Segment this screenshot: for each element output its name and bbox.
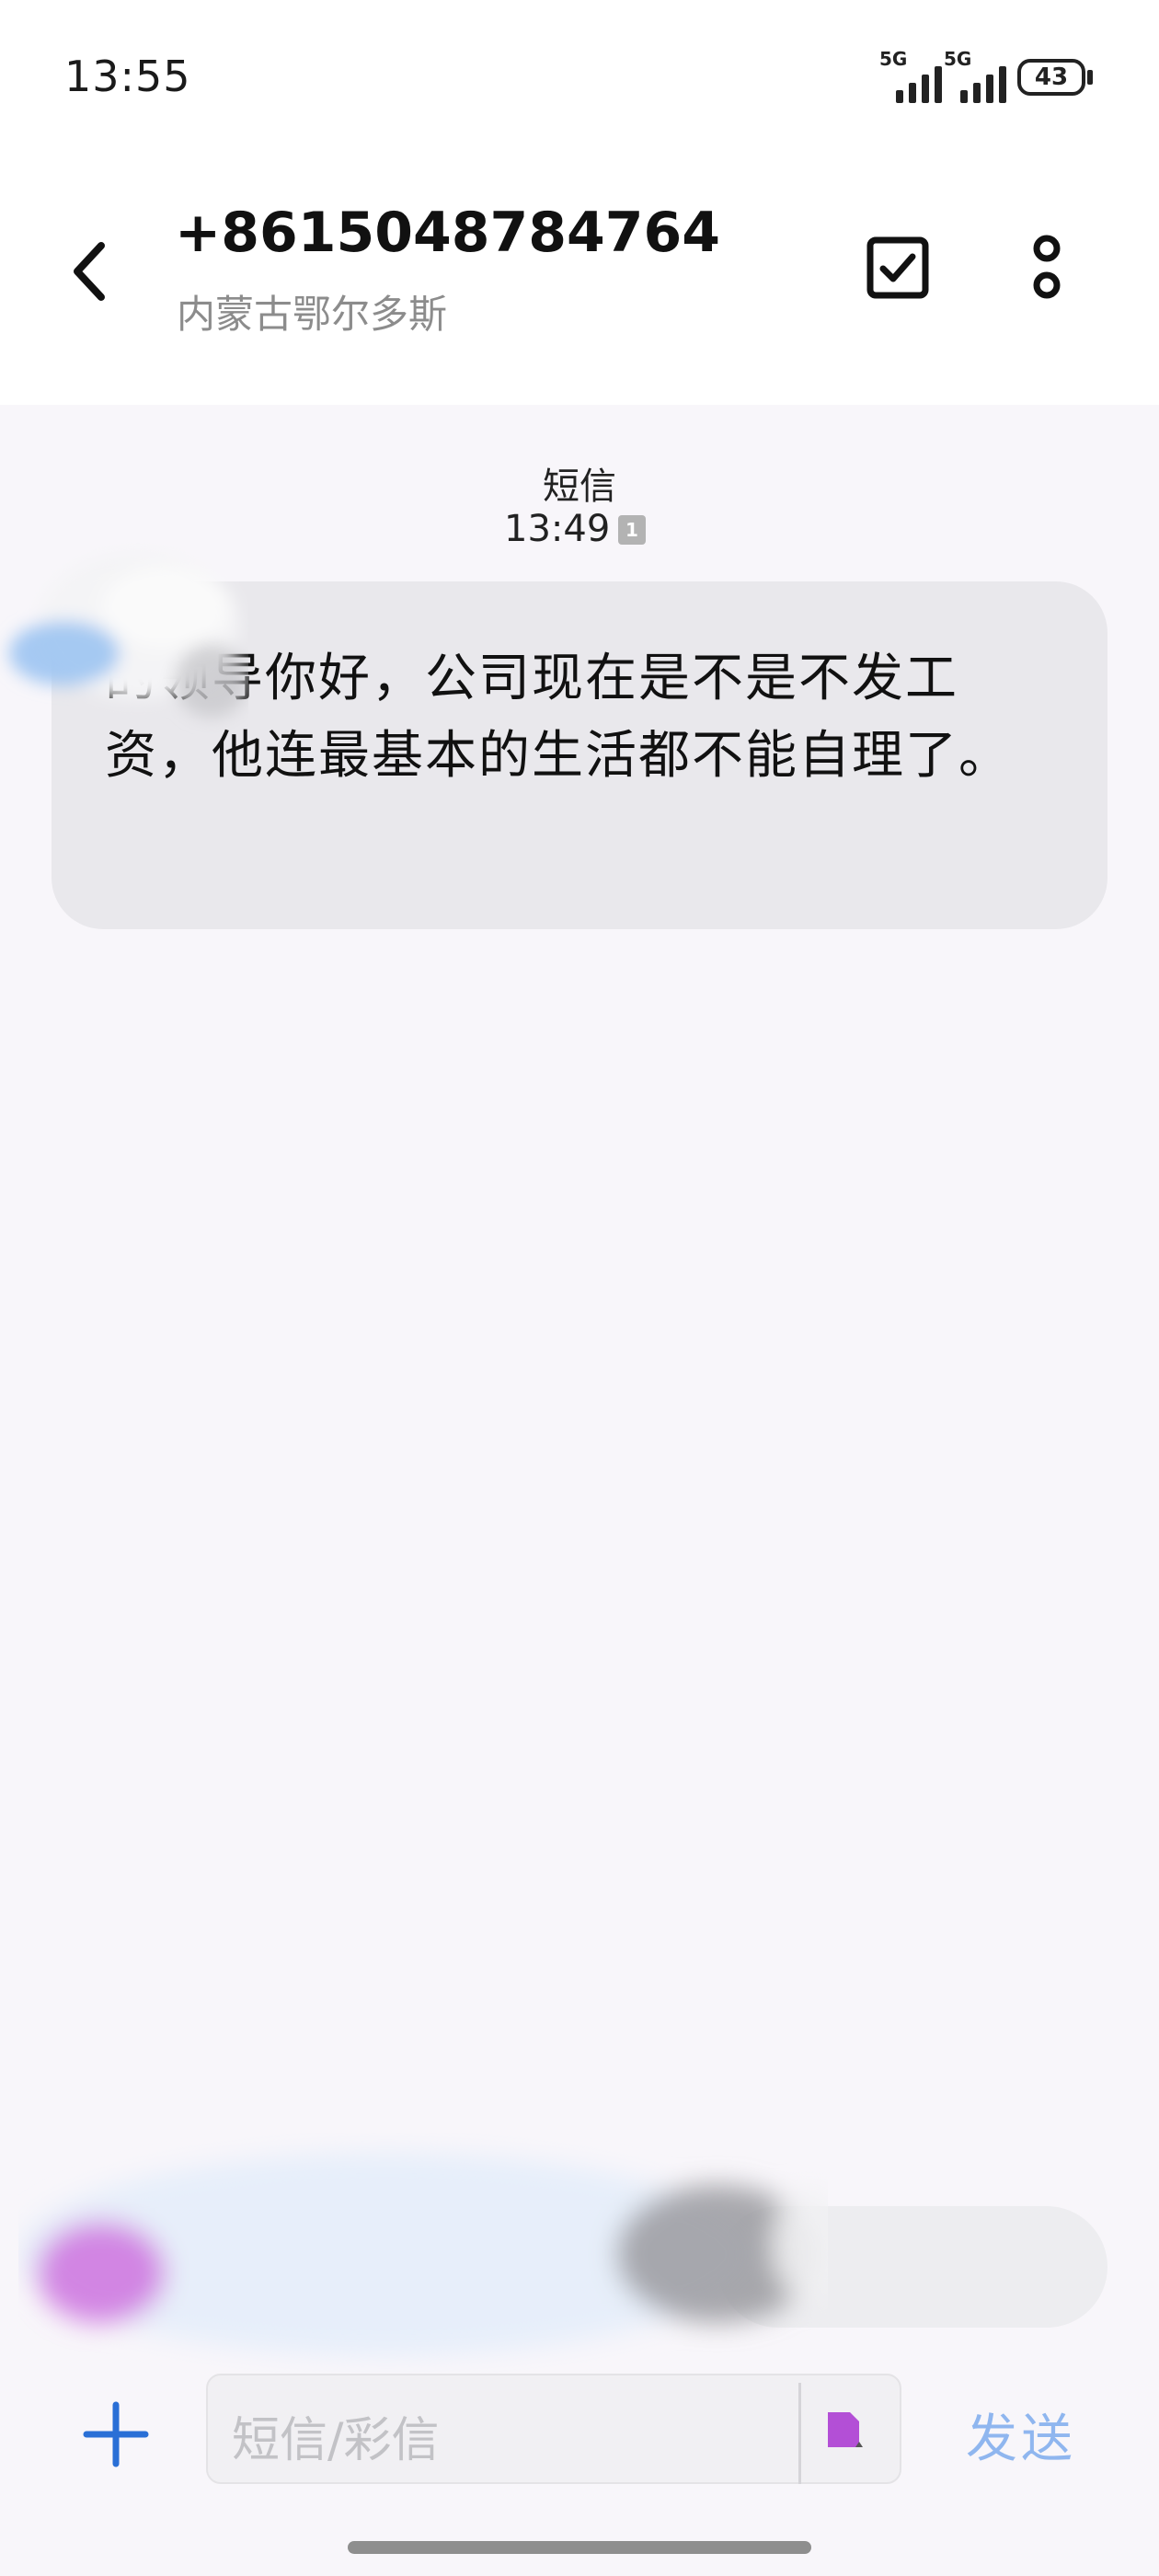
back-icon[interactable] [64,235,120,308]
redaction-smudge-bottom-icon [18,2153,828,2355]
conversation-header [0,156,1159,405]
home-indicator[interactable] [348,2541,811,2554]
sim-badge-icon: 1 [618,515,646,545]
contact-location: 内蒙古鄂尔多斯 [177,292,448,337]
message-type-label: 短信 [543,466,616,508]
battery-icon: 43 [1017,59,1085,96]
sim-select-icon[interactable] [822,2409,865,2451]
status-time: 13:55 [64,52,191,101]
message-input-placeholder: 短信/彩信 [232,2413,440,2468]
add-attachment-icon[interactable] [83,2401,149,2467]
message-timestamp: 13:49 [504,508,611,550]
more-icon[interactable] [1021,232,1073,305]
input-divider [798,2383,801,2484]
battery-cap [1087,70,1093,85]
contact-number: +8615048784764 [175,201,720,265]
select-icon[interactable] [865,235,931,301]
redaction-smudge-icon [9,552,248,718]
send-button[interactable]: 发送 [966,2398,1076,2472]
